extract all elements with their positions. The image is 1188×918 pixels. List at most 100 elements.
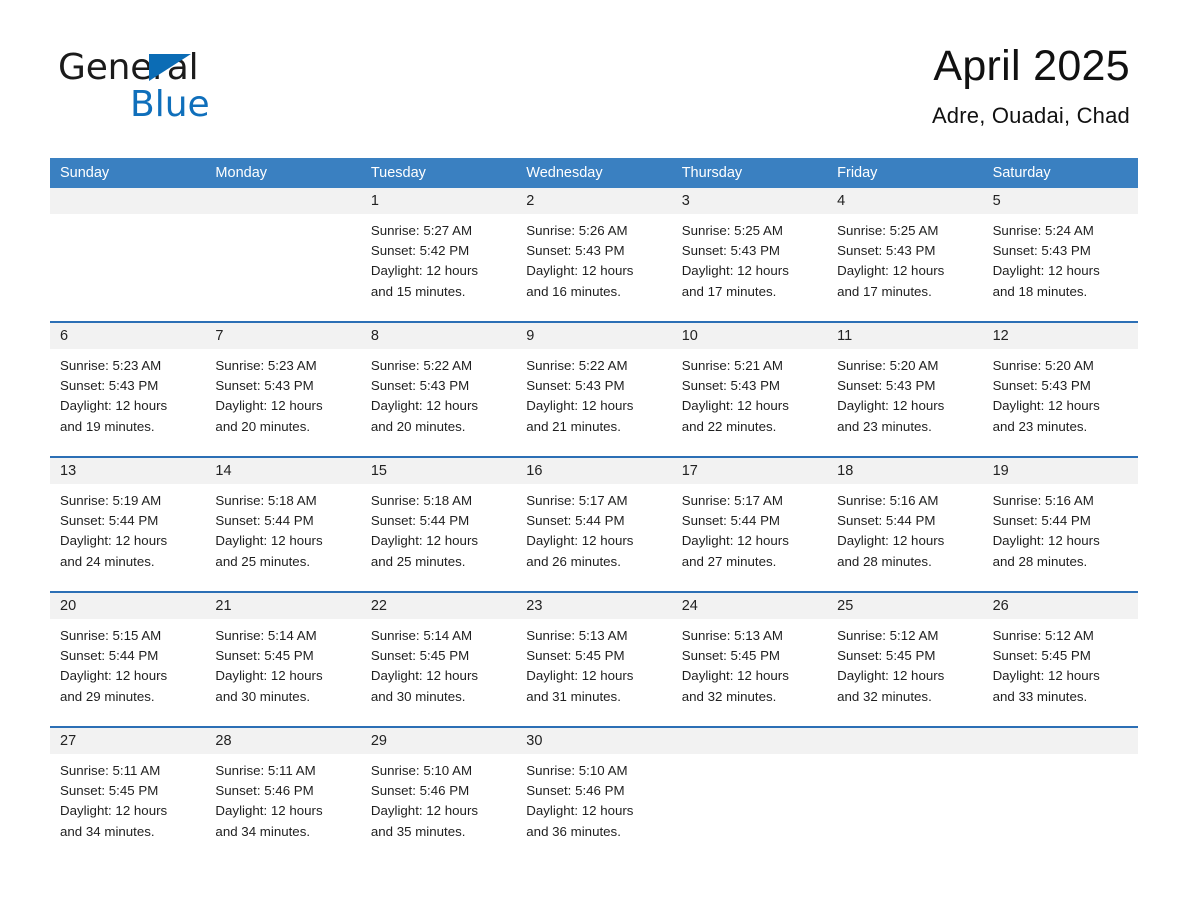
daylight-text-line2: and 28 minutes.: [992, 553, 1088, 569]
day-cell[interactable]: 13 Sunrise: 5:19 AM Sunset: 5:44 PM Dayligh…: [50, 458, 206, 576]
sunset-text: Sunset: 5:43 PM: [837, 378, 936, 394]
sunrise-text: Sunrise: 5:14 AM: [370, 628, 473, 643]
day-cell[interactable]: 21 Sunrise: 5:14 AM Sunset: 5:45 PM Dayligh…: [205, 593, 361, 711]
day-number: 19: [992, 463, 1009, 479]
sunrise-text: Sunrise: 5:23 AM: [215, 358, 317, 373]
sunset-text: Sunset: 5:45 PM: [370, 648, 470, 664]
day-cell[interactable]: 26 Sunrise: 5:12 AM Sunset: 5:45 PM Dayligh…: [982, 593, 1138, 711]
day-number-strip: 2: [516, 188, 672, 214]
page-title: April 2025: [933, 42, 1130, 90]
page-header: General Blue April 2025 Adre, Ouadai, Ch…: [0, 0, 1188, 128]
daylight-text-line2: and 34 minutes.: [215, 823, 311, 839]
day-number-strip: 29: [360, 728, 517, 754]
day-cell[interactable]: 19 Sunrise: 5:16 AM Sunset: 5:44 PM Dayligh…: [982, 458, 1138, 576]
sunrise-text: Sunrise: 5:23 AM: [60, 358, 162, 373]
day-cell-empty: [982, 728, 1138, 846]
sunrise-text: Sunrise: 5:19 AM: [60, 493, 162, 508]
day-details: Sunrise: 5:27 AM Sunset: 5:42 PM Daylight:…: [361, 214, 516, 302]
sunrise-text: Sunrise: 5:24 AM: [992, 223, 1094, 238]
day-number-strip: 6: [50, 323, 206, 349]
day-cell[interactable]: 9 Sunrise: 5:22 AM Sunset: 5:43 PM Daylight…: [516, 323, 672, 441]
day-cell[interactable]: 2 Sunrise: 5:26 AM Sunset: 5:43 PM Daylight…: [516, 188, 672, 306]
sunset-text: Sunset: 5:45 PM: [526, 648, 625, 664]
daylight-text-line2: and 26 minutes.: [526, 553, 621, 569]
sunset-text: Sunset: 5:44 PM: [681, 513, 781, 529]
daylight-text-line2: and 17 minutes.: [837, 283, 932, 299]
sunset-text: Sunset: 5:46 PM: [370, 783, 470, 799]
day-details: Sunrise: 5:14 AM Sunset: 5:45 PM Daylight:…: [361, 619, 516, 707]
day-cell[interactable]: 4 Sunrise: 5:25 AM Sunset: 5:43 PM Daylight…: [827, 188, 983, 306]
day-number: 25: [837, 598, 854, 614]
generalblue-logo[interactable]: General Blue: [58, 50, 318, 128]
day-details: Sunrise: 5:11 AM Sunset: 5:45 PM Daylight:…: [50, 754, 205, 842]
day-cell[interactable]: 20 Sunrise: 5:15 AM Sunset: 5:44 PM Dayligh…: [50, 593, 206, 711]
day-number-strip: 22: [360, 593, 517, 619]
daylight-text-line2: and 31 minutes.: [526, 688, 621, 704]
day-details: Sunrise: 5:22 AM Sunset: 5:43 PM Daylight:…: [361, 349, 516, 437]
day-number: 8: [370, 328, 379, 344]
daylight-text-line1: Daylight: 12 hours: [215, 668, 323, 684]
day-cell[interactable]: 1 Sunrise: 5:27 AM Sunset: 5:42 PM Daylight…: [360, 188, 517, 306]
day-cell[interactable]: 30 Sunrise: 5:10 AM Sunset: 5:46 PM Dayligh…: [516, 728, 672, 846]
day-details: Sunrise: 5:21 AM Sunset: 5:43 PM Daylight:…: [672, 349, 827, 437]
day-cell[interactable]: 25 Sunrise: 5:12 AM Sunset: 5:45 PM Dayligh…: [827, 593, 983, 711]
day-details: Sunrise: 5:12 AM Sunset: 5:45 PM Daylight:…: [827, 619, 982, 707]
day-number: 4: [837, 193, 846, 209]
day-number: 22: [370, 598, 387, 614]
week-row-spacer: [50, 306, 1138, 321]
sunrise-text: Sunrise: 5:18 AM: [215, 493, 317, 508]
daylight-text-line1: Daylight: 12 hours: [215, 803, 323, 819]
sunset-text: Sunset: 5:45 PM: [837, 648, 936, 664]
day-cell[interactable]: 7 Sunrise: 5:23 AM Sunset: 5:43 PM Daylight…: [205, 323, 361, 441]
day-cell[interactable]: 17 Sunrise: 5:17 AM Sunset: 5:44 PM Dayligh…: [671, 458, 828, 576]
day-number: 11: [837, 328, 853, 344]
day-cell[interactable]: 8 Sunrise: 5:22 AM Sunset: 5:43 PM Daylight…: [360, 323, 517, 441]
day-cell[interactable]: 24 Sunrise: 5:13 AM Sunset: 5:45 PM Dayligh…: [671, 593, 828, 711]
day-cell-empty: [205, 188, 361, 306]
sunset-text: Sunset: 5:43 PM: [681, 243, 781, 259]
day-cell[interactable]: 28 Sunrise: 5:11 AM Sunset: 5:46 PM Dayligh…: [205, 728, 361, 846]
day-cell[interactable]: 14 Sunrise: 5:18 AM Sunset: 5:44 PM Dayligh…: [205, 458, 361, 576]
day-number-strip: 24: [671, 593, 828, 619]
day-number-strip: 10: [671, 323, 828, 349]
day-number-strip: [671, 728, 828, 754]
title-block: April 2025 Adre, Ouadai, Chad: [932, 42, 1130, 129]
day-cell[interactable]: 3 Sunrise: 5:25 AM Sunset: 5:43 PM Daylight…: [671, 188, 828, 306]
sunset-text: Sunset: 5:45 PM: [60, 783, 159, 799]
day-number-strip: [50, 188, 206, 214]
day-cell[interactable]: 12 Sunrise: 5:20 AM Sunset: 5:43 PM Dayligh…: [982, 323, 1138, 441]
day-number-strip: 5: [982, 188, 1138, 214]
daylight-text-line1: Daylight: 12 hours: [526, 533, 634, 549]
day-cell[interactable]: 27 Sunrise: 5:11 AM Sunset: 5:45 PM Dayligh…: [50, 728, 206, 846]
day-cell[interactable]: 11 Sunrise: 5:20 AM Sunset: 5:43 PM Dayligh…: [827, 323, 983, 441]
day-cell[interactable]: 16 Sunrise: 5:17 AM Sunset: 5:44 PM Dayligh…: [516, 458, 672, 576]
sunrise-text: Sunrise: 5:21 AM: [681, 358, 783, 373]
sunset-text: Sunset: 5:43 PM: [992, 378, 1091, 394]
sunrise-text: Sunrise: 5:11 AM: [60, 763, 161, 778]
weekday-header-row: Sunday Monday Tuesday Wednesday Thursday…: [50, 158, 1138, 188]
sunset-text: Sunset: 5:44 PM: [215, 513, 314, 529]
daylight-text-line1: Daylight: 12 hours: [60, 533, 168, 549]
day-cell[interactable]: 15 Sunrise: 5:18 AM Sunset: 5:44 PM Dayligh…: [360, 458, 517, 576]
day-number: 16: [526, 463, 543, 479]
day-cell[interactable]: 29 Sunrise: 5:10 AM Sunset: 5:46 PM Dayligh…: [360, 728, 517, 846]
day-cell[interactable]: 23 Sunrise: 5:13 AM Sunset: 5:45 PM Dayligh…: [516, 593, 672, 711]
day-cell[interactable]: 18 Sunrise: 5:16 AM Sunset: 5:44 PM Dayligh…: [827, 458, 983, 576]
day-number-strip: 28: [205, 728, 361, 754]
sunrise-text: Sunrise: 5:22 AM: [526, 358, 628, 373]
sunset-text: Sunset: 5:44 PM: [60, 648, 159, 664]
sunset-text: Sunset: 5:44 PM: [526, 513, 625, 529]
daylight-text-line1: Daylight: 12 hours: [837, 533, 945, 549]
day-number-strip: 4: [827, 188, 983, 214]
daylight-text-line2: and 17 minutes.: [681, 283, 777, 299]
day-cell-empty: [827, 728, 983, 846]
day-cell[interactable]: 6 Sunrise: 5:23 AM Sunset: 5:43 PM Daylight…: [50, 323, 206, 441]
sunset-text: Sunset: 5:44 PM: [60, 513, 159, 529]
sunset-text: Sunset: 5:44 PM: [370, 513, 470, 529]
sunrise-text: Sunrise: 5:25 AM: [681, 223, 783, 238]
day-cell[interactable]: 10 Sunrise: 5:21 AM Sunset: 5:43 PM Dayligh…: [671, 323, 828, 441]
sunrise-text: Sunrise: 5:12 AM: [837, 628, 939, 643]
day-cell[interactable]: 5 Sunrise: 5:24 AM Sunset: 5:43 PM Daylight…: [982, 188, 1138, 306]
day-cell[interactable]: 22 Sunrise: 5:14 AM Sunset: 5:45 PM Dayligh…: [360, 593, 517, 711]
day-number-strip: 12: [982, 323, 1138, 349]
